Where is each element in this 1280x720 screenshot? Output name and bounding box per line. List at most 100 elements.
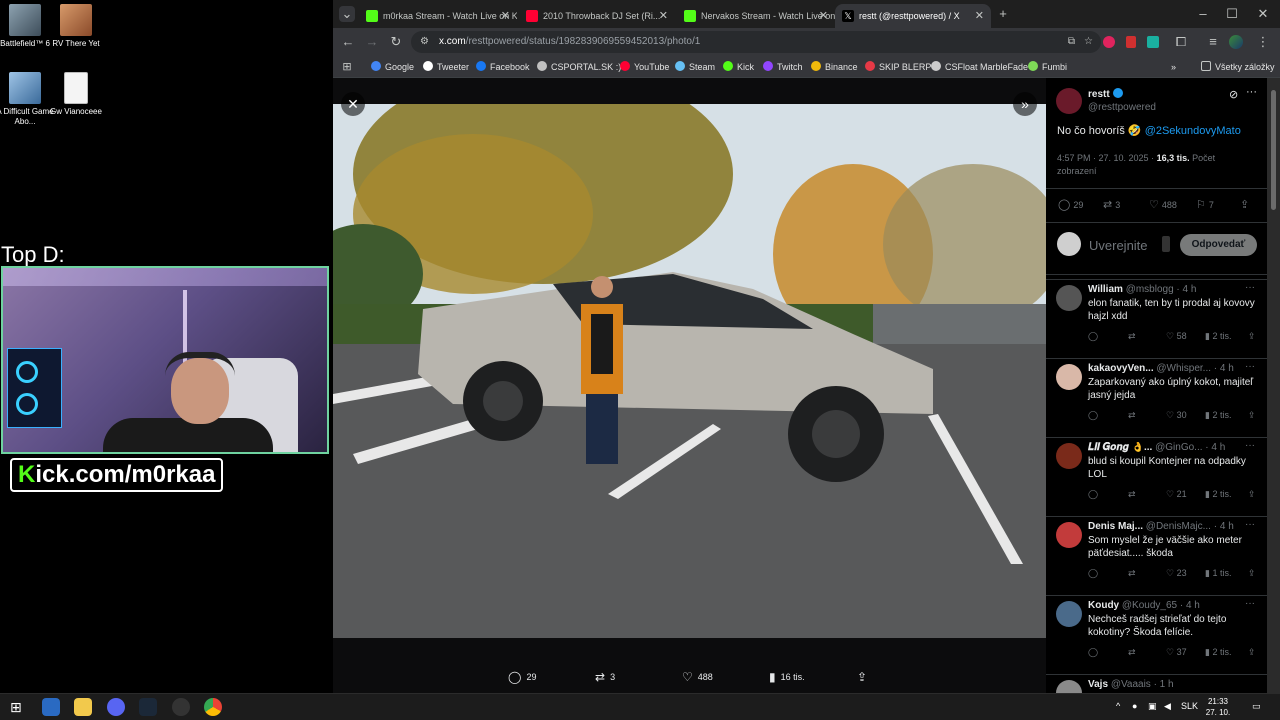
bookmark-csportal[interactable]: CSPORTAL.SK :) bbox=[537, 60, 621, 74]
desktop-icon-gw-vianoceee[interactable]: Gw Vianoceee bbox=[43, 72, 109, 117]
like-action[interactable]: ♡ 488 bbox=[1149, 198, 1177, 211]
bookmark-facebook[interactable]: Facebook bbox=[476, 60, 530, 74]
reply-button[interactable]: Odpovedať bbox=[1180, 234, 1257, 256]
bookmarks-overflow-icon[interactable]: » bbox=[1171, 60, 1176, 74]
reply-avatar[interactable] bbox=[1056, 680, 1082, 693]
more-options-icon[interactable]: ··· bbox=[1245, 282, 1255, 293]
reply-author[interactable]: 𝑳𝒊𝒍 𝑮𝒐𝒏𝒈 👌... bbox=[1088, 442, 1152, 453]
maximize-icon[interactable]: ☐ bbox=[1224, 6, 1240, 22]
windows-start-icon[interactable]: ⊞ bbox=[10, 698, 28, 716]
reply-item[interactable]: William @msblogg · 4 h ··· elon fanatik,… bbox=[1046, 279, 1267, 358]
repost-icon[interactable]: ⇄ bbox=[1128, 489, 1136, 500]
steam-icon[interactable] bbox=[139, 698, 157, 716]
reply-item[interactable]: 𝑳𝒊𝒍 𝑮𝒐𝒏𝒈 👌... @GinGo... · 4 h ··· blud s… bbox=[1046, 437, 1267, 516]
back-icon[interactable]: ← bbox=[340, 34, 356, 50]
close-tab-icon[interactable]: ✕ bbox=[501, 4, 510, 28]
like-action[interactable]: ♡ 23 bbox=[1166, 568, 1187, 579]
profile-avatar[interactable] bbox=[1229, 35, 1243, 49]
more-options-icon[interactable]: ··· bbox=[1245, 519, 1255, 530]
mention-link[interactable]: @2SekundovyMato bbox=[1145, 125, 1241, 137]
repost-action[interactable]: ⇄ 3 bbox=[595, 668, 615, 686]
bookmark-binance[interactable]: Binance bbox=[811, 60, 858, 74]
network-icon[interactable]: ▣ bbox=[1148, 701, 1157, 712]
extensions-puzzle-icon[interactable]: ⧠ bbox=[1173, 34, 1189, 50]
reply-icon[interactable]: ◯ bbox=[1088, 489, 1098, 500]
repost-action[interactable]: ⇄ 3 bbox=[1103, 198, 1120, 211]
site-info-icon[interactable]: ⚙ bbox=[420, 31, 429, 53]
reply-icon[interactable]: ◯ bbox=[1088, 410, 1098, 421]
views-action[interactable]: ▮ 2 tis. bbox=[1205, 331, 1231, 342]
tab-throwback-dj[interactable]: 2010 Throwback DJ Set (Ri... ✕ bbox=[519, 4, 675, 28]
reply-item[interactable]: Denis Maj... @DenisMajc... · 4 h ··· Som… bbox=[1046, 516, 1267, 595]
author-handle[interactable]: @resttpowered bbox=[1088, 102, 1156, 113]
all-bookmarks-folder[interactable]: Všetky záložky bbox=[1201, 60, 1275, 74]
reply-input[interactable]: Uverejnite bbox=[1089, 238, 1148, 253]
microphone-icon[interactable]: ● bbox=[1132, 701, 1137, 711]
apps-grid-icon[interactable]: ⊞ bbox=[339, 59, 355, 75]
author-avatar[interactable] bbox=[1056, 88, 1082, 114]
scrollbar[interactable] bbox=[1267, 78, 1280, 693]
expand-panel-button[interactable]: » bbox=[1013, 92, 1037, 116]
install-app-icon[interactable]: ⧉ bbox=[1068, 31, 1075, 53]
repost-icon[interactable]: ⇄ bbox=[1128, 410, 1136, 421]
forward-icon[interactable]: → bbox=[364, 34, 380, 50]
views-action[interactable]: ▮ 1 tis. bbox=[1205, 568, 1231, 579]
reply-icon[interactable]: ◯ bbox=[1088, 331, 1098, 342]
reply-icon[interactable]: ◯ bbox=[1088, 568, 1098, 579]
bookmark-steam[interactable]: Steam bbox=[675, 60, 715, 74]
repost-icon[interactable]: ⇄ bbox=[1128, 568, 1136, 579]
reply-icon[interactable]: ◯ bbox=[1088, 647, 1098, 658]
like-action[interactable]: ♡ 488 bbox=[682, 668, 713, 686]
app-icon[interactable] bbox=[42, 698, 60, 716]
close-viewer-button[interactable]: ✕ bbox=[341, 92, 365, 116]
tab-m0rkaa[interactable]: m0rkaa Stream - Watch Live on Kick ✕ bbox=[359, 4, 517, 28]
volume-icon[interactable]: ◀ bbox=[1164, 701, 1171, 712]
system-clock[interactable]: 21:33 27. 10. 2025 bbox=[1198, 696, 1238, 720]
reply-action[interactable]: ◯ 29 bbox=[1058, 198, 1083, 211]
like-action[interactable]: ♡ 37 bbox=[1166, 647, 1187, 658]
reply-avatar[interactable] bbox=[1056, 522, 1082, 548]
views-action[interactable]: ▮ 2 tis. bbox=[1205, 489, 1231, 500]
tab-search-button[interactable]: ⌄ bbox=[339, 6, 355, 22]
more-options-icon[interactable]: ··· bbox=[1245, 361, 1255, 372]
reply-author[interactable]: William bbox=[1088, 284, 1123, 295]
bookmark-youtube[interactable]: YouTube bbox=[620, 60, 669, 74]
tab-nervakos[interactable]: Nervakos Stream - Watch Live on Kick ✕ bbox=[677, 4, 835, 28]
bookmark-twitch[interactable]: Twitch bbox=[763, 60, 803, 74]
extension-icon[interactable] bbox=[1147, 36, 1159, 48]
reply-action[interactable]: ◯ 29 bbox=[508, 668, 536, 686]
kebab-menu-icon[interactable]: ⋮ bbox=[1255, 34, 1271, 50]
discord-icon[interactable] bbox=[107, 698, 125, 716]
tweet-photo[interactable] bbox=[333, 104, 1046, 638]
reply-item[interactable]: kakaovyVen... @Whisper... · 4 h ··· Zapa… bbox=[1046, 358, 1267, 437]
like-action[interactable]: ♡ 58 bbox=[1166, 331, 1187, 342]
reply-avatar[interactable] bbox=[1056, 285, 1082, 311]
repost-icon[interactable]: ⇄ bbox=[1128, 331, 1136, 342]
obs-icon[interactable] bbox=[172, 698, 190, 716]
share-icon[interactable]: ⇪ bbox=[1248, 647, 1256, 658]
tray-chevron-icon[interactable]: ^ bbox=[1116, 701, 1120, 711]
author-name[interactable]: restt bbox=[1088, 88, 1123, 100]
bookmark-tweeter[interactable]: Tweeter bbox=[423, 60, 469, 74]
bookmark-star-icon[interactable]: ☆ bbox=[1084, 31, 1093, 53]
close-tab-icon[interactable]: ✕ bbox=[819, 4, 828, 28]
desktop-icon-rv-there-yet[interactable]: RV There Yet bbox=[43, 4, 109, 49]
chrome-icon[interactable] bbox=[204, 698, 222, 716]
share-icon[interactable]: ⇪ bbox=[1248, 489, 1256, 500]
share-icon[interactable]: ⇪ bbox=[1248, 568, 1256, 579]
bookmark-google[interactable]: Google bbox=[371, 60, 414, 74]
bookmark-skip-blerp[interactable]: SKIP BLERP bbox=[865, 60, 931, 74]
views-action[interactable]: ▮ 2 tis. bbox=[1205, 647, 1231, 658]
reply-avatar[interactable] bbox=[1056, 443, 1082, 469]
views-action[interactable]: ▮ 2 tis. bbox=[1205, 410, 1231, 421]
reply-item[interactable]: Vajs @Vaaais · 1 h bbox=[1046, 674, 1267, 693]
tweet-timestamp[interactable]: 4:57 PM · 27. 10. 2025 · bbox=[1057, 153, 1157, 163]
notifications-icon[interactable]: ▭ bbox=[1252, 701, 1261, 712]
close-tab-icon[interactable]: ✕ bbox=[659, 4, 668, 28]
new-tab-icon[interactable]: + bbox=[995, 6, 1011, 22]
bookmark-action[interactable]: ⚐ 7 bbox=[1196, 198, 1214, 211]
reply-avatar[interactable] bbox=[1056, 364, 1082, 390]
reply-avatar[interactable] bbox=[1056, 601, 1082, 627]
file-explorer-icon[interactable] bbox=[74, 698, 92, 716]
reload-icon[interactable]: ↻ bbox=[388, 34, 404, 50]
